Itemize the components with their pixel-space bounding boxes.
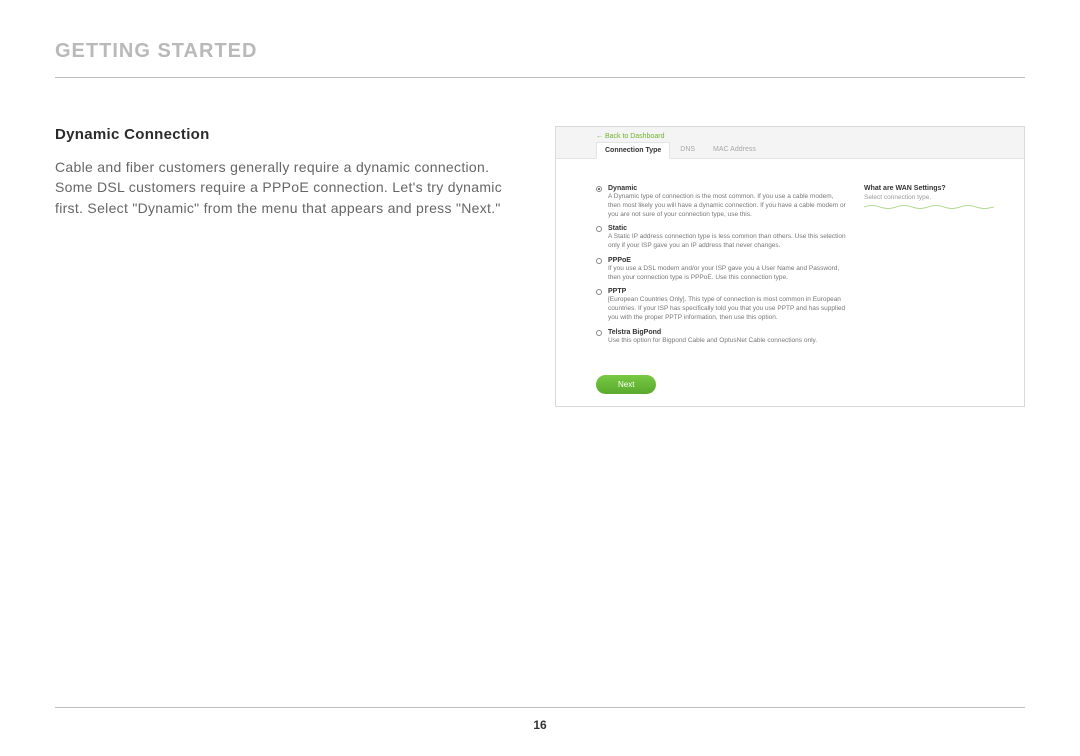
option-title: Dynamic <box>608 185 846 192</box>
radio-icon[interactable] <box>596 289 602 295</box>
option-pppoe[interactable]: PPPoE If you use a DSL modem and/or your… <box>596 257 846 283</box>
connection-type-options: Dynamic A Dynamic type of connection is … <box>596 185 846 351</box>
option-desc: Use this option for Bigpond Cable and Op… <box>608 337 846 346</box>
option-title: PPTP <box>608 288 846 295</box>
radio-icon[interactable] <box>596 258 602 264</box>
tab-dns[interactable]: DNS <box>672 142 703 158</box>
help-subtitle: Select connection type. <box>864 194 994 201</box>
subheading: Dynamic Connection <box>55 126 525 143</box>
radio-icon[interactable] <box>596 330 602 336</box>
decorative-squiggle-icon <box>864 204 994 210</box>
help-title: What are WAN Settings? <box>864 185 994 192</box>
tabs-row: Connection Type DNS MAC Address <box>556 142 1024 159</box>
body-paragraph: Cable and fiber customers generally requ… <box>55 157 525 218</box>
option-title: PPPoE <box>608 257 846 264</box>
option-desc: If you use a DSL modem and/or your ISP g… <box>608 265 846 283</box>
option-pptp[interactable]: PPTP [European Countries Only]. This typ… <box>596 288 846 322</box>
option-desc: A Dynamic type of connection is the most… <box>608 193 846 219</box>
option-desc: A Static IP address connection type is l… <box>608 233 846 251</box>
help-sidebar: What are WAN Settings? Select connection… <box>864 185 994 351</box>
router-ui-screenshot: ← Back to Dashboard Connection Type DNS … <box>555 126 1025 407</box>
radio-icon[interactable] <box>596 226 602 232</box>
option-title: Static <box>608 225 846 232</box>
right-column: ← Back to Dashboard Connection Type DNS … <box>555 126 1025 407</box>
screenshot-topbar: ← Back to Dashboard <box>556 127 1024 142</box>
page-number: 16 <box>0 718 1080 732</box>
page-heading: GETTING STARTED <box>55 40 1025 78</box>
back-to-dashboard-link[interactable]: ← Back to Dashboard <box>596 133 664 140</box>
tab-connection-type[interactable]: Connection Type <box>596 142 670 159</box>
footer-rule <box>55 707 1025 708</box>
option-dynamic[interactable]: Dynamic A Dynamic type of connection is … <box>596 185 846 219</box>
radio-icon[interactable] <box>596 186 602 192</box>
option-telstra[interactable]: Telstra BigPond Use this option for Bigp… <box>596 329 846 346</box>
left-column: Dynamic Connection Cable and fiber custo… <box>55 126 525 407</box>
next-button[interactable]: Next <box>596 375 656 394</box>
option-static[interactable]: Static A Static IP address connection ty… <box>596 225 846 251</box>
option-desc: [European Countries Only]. This type of … <box>608 296 846 322</box>
tab-mac-address[interactable]: MAC Address <box>705 142 764 158</box>
option-title: Telstra BigPond <box>608 329 846 336</box>
